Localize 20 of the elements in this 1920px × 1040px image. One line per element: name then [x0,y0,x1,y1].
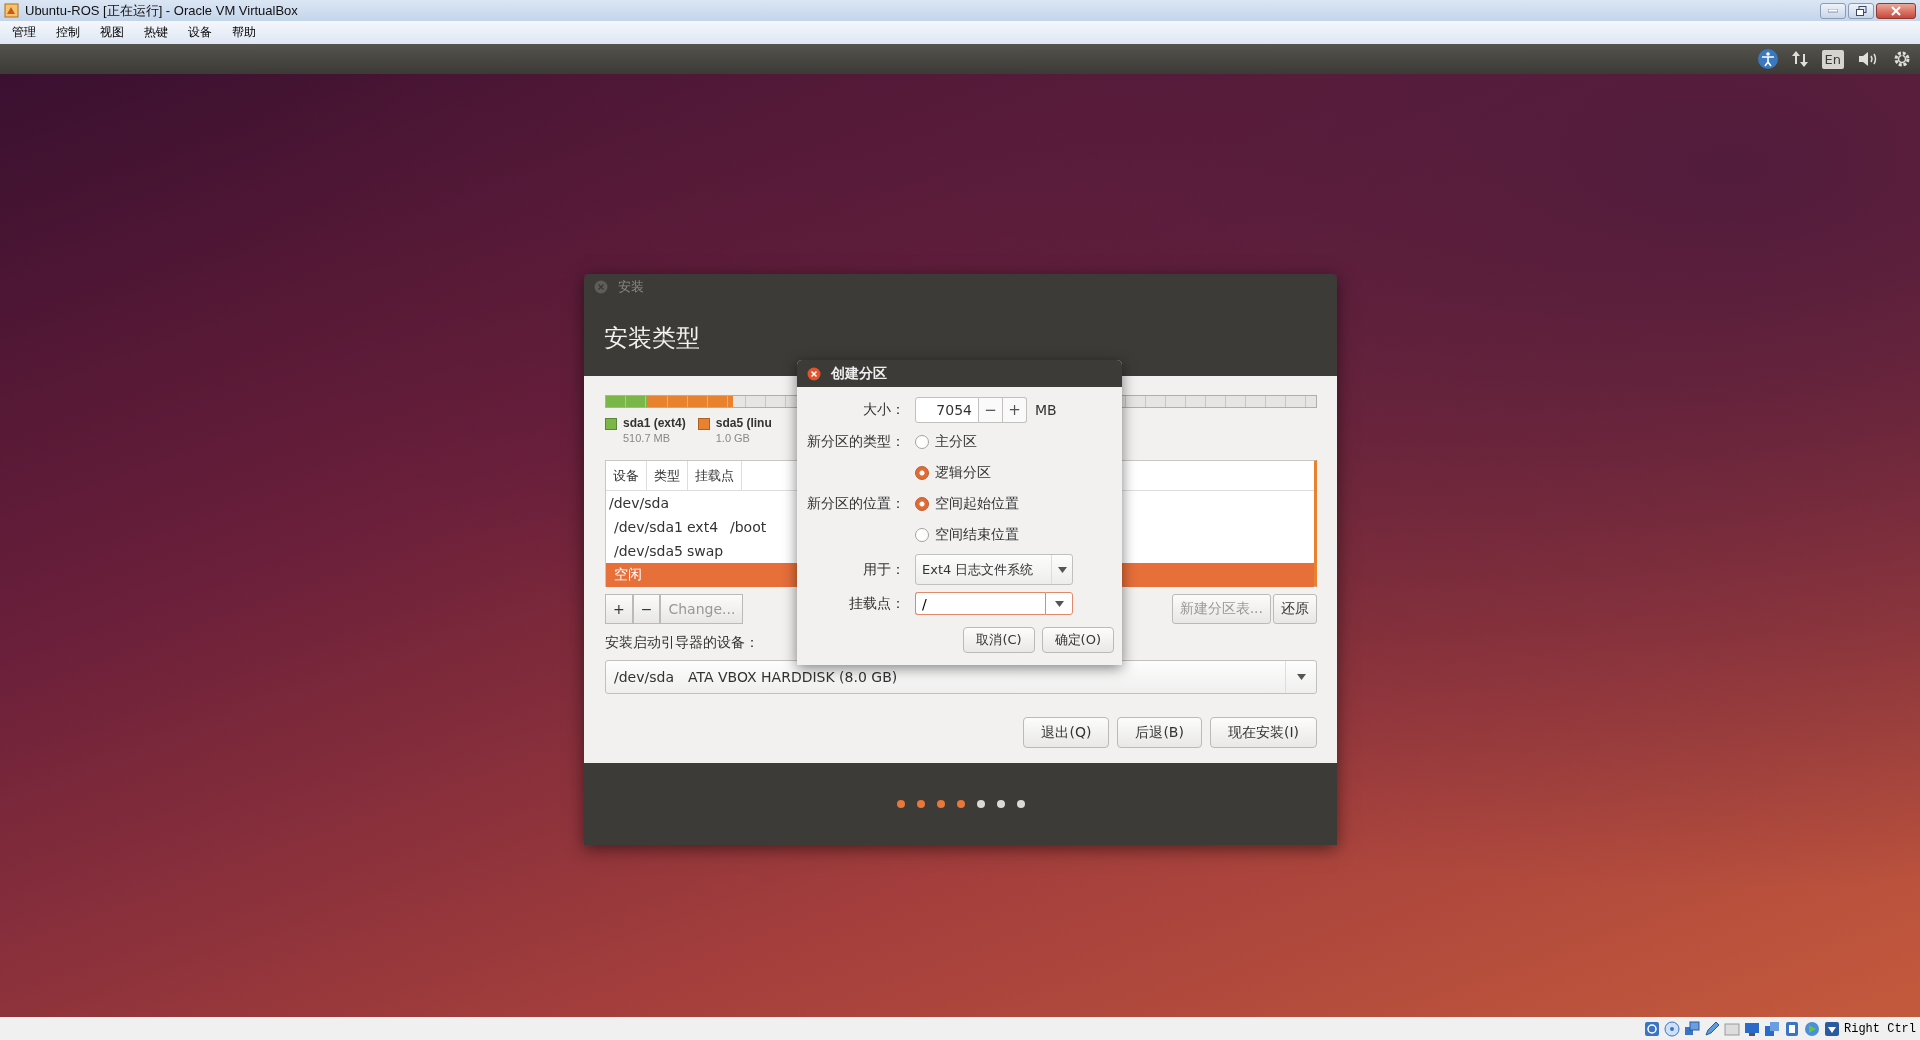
host-key-label: Right Ctrl [1844,1021,1916,1036]
radio-label: 逻辑分区 [935,464,991,482]
field-label: 大小： [862,401,905,419]
unit-label: MB [1035,402,1057,418]
partition-size: 510.7 MB [623,432,672,446]
radio-label: 空间结束位置 [935,526,1019,544]
field-label: 挂载点： [848,594,905,613]
field-label: 用于： [862,560,905,579]
partition-name: sda5 (linu [715,416,772,432]
page-heading: 安装类型 [604,323,700,354]
window-title: 安装 [618,278,644,296]
field-label: 新分区的位置： [806,495,905,513]
dialog-title: 创建分区 [831,364,887,383]
partition-size: 1.0 GB [715,432,751,446]
field-label: 安装启动引导器的设备： [605,634,759,652]
window-title: Ubuntu-ROS [正在运行] - Oracle VM VirtualBox [25,1,299,20]
partition-name: sda1 (ext4) [623,416,686,432]
field-label: 新分区的类型： [806,433,905,451]
radio-label: 主分区 [935,433,977,451]
radio-label: 空间起始位置 [935,495,1019,513]
